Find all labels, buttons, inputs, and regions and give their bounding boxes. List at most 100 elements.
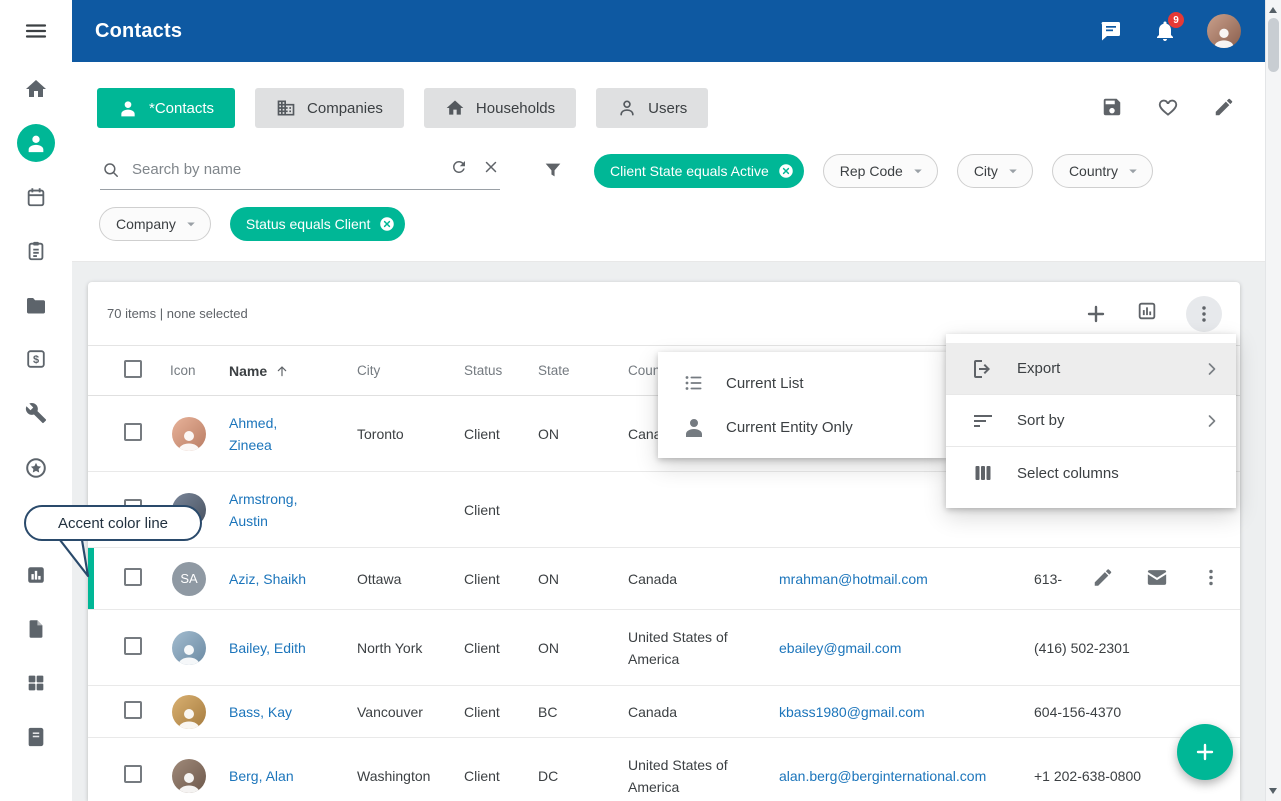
cell-country: United States of America bbox=[628, 626, 779, 670]
chevron-down-icon bbox=[1124, 162, 1142, 180]
save-view-icon[interactable] bbox=[1101, 96, 1123, 123]
contact-name-link[interactable]: Ahmed, Zineea bbox=[229, 412, 321, 456]
filter-chip-city[interactable]: City bbox=[957, 154, 1033, 188]
scroll-down-arrow[interactable] bbox=[1269, 788, 1277, 794]
menu-item-current-list[interactable]: Current List bbox=[658, 361, 947, 405]
columns-icon bbox=[971, 461, 995, 485]
menu-item-current-entity-only[interactable]: Current Entity Only bbox=[658, 405, 947, 449]
tab-companies[interactable]: Companies bbox=[255, 88, 404, 128]
sort-ascending-icon[interactable] bbox=[274, 363, 290, 379]
filter-chip-client-state[interactable]: Client State equals Active bbox=[594, 154, 804, 188]
row-checkbox[interactable] bbox=[124, 423, 142, 441]
column-header-status[interactable]: Status bbox=[464, 363, 538, 378]
row-more-icon[interactable] bbox=[1200, 566, 1222, 591]
edit-view-icon[interactable] bbox=[1213, 96, 1235, 123]
chevron-down-icon bbox=[182, 215, 200, 233]
sidebar-item-documents[interactable] bbox=[25, 618, 47, 645]
sidebar-item-tools[interactable] bbox=[25, 402, 47, 429]
edit-contact-icon[interactable] bbox=[1092, 566, 1114, 591]
table-row[interactable]: Bass, Kay Vancouver Client BC Canada kba… bbox=[88, 686, 1240, 738]
tab-label: Companies bbox=[307, 100, 383, 117]
column-header-city[interactable]: City bbox=[357, 363, 464, 378]
cell-status: Client bbox=[464, 768, 538, 784]
clear-search-icon[interactable] bbox=[482, 158, 500, 181]
sidebar-item-reports[interactable] bbox=[25, 564, 47, 591]
tab-contacts[interactable]: *Contacts bbox=[97, 88, 235, 128]
menu-item-label: Select columns bbox=[1017, 465, 1119, 482]
add-contact-fab[interactable] bbox=[1177, 724, 1233, 780]
menu-item-label: Sort by bbox=[1017, 412, 1065, 429]
row-checkbox[interactable] bbox=[124, 568, 142, 586]
send-email-icon[interactable] bbox=[1146, 566, 1168, 591]
row-checkbox[interactable] bbox=[124, 765, 142, 783]
sidebar-item-directory[interactable] bbox=[25, 726, 47, 753]
selection-summary: 70 items | none selected bbox=[107, 306, 248, 321]
filter-icon[interactable] bbox=[542, 159, 564, 186]
select-all-checkbox[interactable] bbox=[124, 360, 142, 378]
cell-status: Client bbox=[464, 571, 538, 587]
chevron-down-icon bbox=[909, 162, 927, 180]
menu-item-sort-by[interactable]: Sort by bbox=[946, 395, 1236, 447]
menu-item-export[interactable]: Export bbox=[946, 343, 1236, 395]
more-options-icon[interactable] bbox=[1186, 296, 1222, 332]
sidebar-item-home[interactable] bbox=[24, 77, 48, 101]
scroll-up-arrow[interactable] bbox=[1269, 7, 1277, 13]
person-icon bbox=[174, 704, 204, 729]
chevron-right-icon bbox=[1202, 359, 1222, 379]
chat-icon[interactable] bbox=[1099, 19, 1123, 43]
billing-icon bbox=[25, 348, 47, 370]
sidebar-item-rewards[interactable] bbox=[24, 456, 48, 480]
filter-chip-company[interactable]: Company bbox=[99, 207, 211, 241]
sidebar-item-apps[interactable] bbox=[25, 672, 47, 699]
home-icon bbox=[24, 77, 48, 101]
favorite-icon[interactable] bbox=[1157, 96, 1179, 123]
column-header-name[interactable]: Name bbox=[229, 363, 357, 379]
filter-chip-rep-code[interactable]: Rep Code bbox=[823, 154, 938, 188]
filter-chip-status[interactable]: Status equals Client bbox=[230, 207, 406, 241]
row-actions bbox=[1092, 566, 1222, 591]
sidebar-item-billing[interactable] bbox=[25, 348, 47, 375]
refresh-icon[interactable] bbox=[450, 158, 468, 181]
export-submenu: Current List Current Entity Only bbox=[658, 352, 947, 458]
notifications-bell-icon[interactable]: 9 bbox=[1153, 19, 1177, 43]
menu-item-label: Current Entity Only bbox=[726, 419, 853, 436]
sidebar-item-calendar[interactable] bbox=[25, 186, 47, 213]
contact-name-link[interactable]: Armstrong, Austin bbox=[229, 488, 321, 532]
scrollbar-thumb[interactable] bbox=[1268, 18, 1279, 72]
sidebar-item-tasks[interactable] bbox=[25, 240, 47, 267]
table-row[interactable]: Berg, Alan Washington Client DC United S… bbox=[88, 738, 1240, 801]
sidebar-item-folders[interactable] bbox=[24, 294, 48, 318]
avatar-initials: SA bbox=[172, 562, 206, 596]
email-link[interactable]: kbass1980@gmail.com bbox=[779, 704, 925, 720]
cell-state: DC bbox=[538, 768, 628, 784]
contact-name-link[interactable]: Bailey, Edith bbox=[229, 637, 306, 659]
filter-chip-country[interactable]: Country bbox=[1052, 154, 1153, 188]
email-link[interactable]: alan.berg@berginternational.com bbox=[779, 768, 986, 784]
contact-name-link[interactable]: Berg, Alan bbox=[229, 765, 294, 787]
add-icon[interactable] bbox=[1084, 302, 1108, 326]
filter-chips-row-2: Company Status equals Client bbox=[99, 207, 405, 241]
cell-state: BC bbox=[538, 704, 628, 720]
menu-icon[interactable] bbox=[24, 19, 48, 43]
remove-filter-icon[interactable] bbox=[378, 215, 396, 233]
scrollbar[interactable] bbox=[1265, 0, 1281, 801]
email-link[interactable]: mrahman@hotmail.com bbox=[779, 571, 928, 587]
table-row[interactable]: Bailey, Edith North York Client ON Unite… bbox=[88, 610, 1240, 686]
cell-country: Canada bbox=[628, 701, 779, 723]
tab-users[interactable]: Users bbox=[596, 88, 708, 128]
table-row-highlighted[interactable]: SA Aziz, Shaikh Ottawa Client ON Canada … bbox=[88, 548, 1240, 610]
row-checkbox[interactable] bbox=[124, 637, 142, 655]
contact-name-link[interactable]: Bass, Kay bbox=[229, 701, 292, 723]
chevron-right-icon bbox=[1202, 411, 1222, 431]
chart-view-icon[interactable] bbox=[1136, 300, 1158, 327]
search-input[interactable] bbox=[132, 161, 436, 178]
tab-households[interactable]: Households bbox=[424, 88, 576, 128]
contact-name-link[interactable]: Aziz, Shaikh bbox=[229, 568, 306, 590]
column-header-state[interactable]: State bbox=[538, 363, 628, 378]
menu-item-select-columns[interactable]: Select columns bbox=[946, 447, 1236, 499]
email-link[interactable]: ebailey@gmail.com bbox=[779, 640, 901, 656]
sidebar-item-contacts[interactable] bbox=[17, 124, 55, 162]
row-checkbox[interactable] bbox=[124, 701, 142, 719]
remove-filter-icon[interactable] bbox=[777, 162, 795, 180]
user-avatar[interactable] bbox=[1207, 14, 1241, 48]
